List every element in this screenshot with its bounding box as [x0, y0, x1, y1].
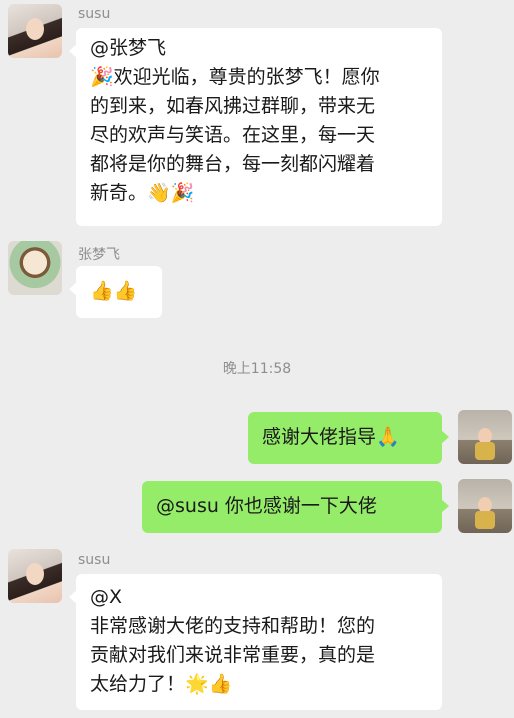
- sender-name: susu: [78, 552, 111, 568]
- message-bubble-incoming[interactable]: @X 非常感谢大佬的支持和帮助！您的 贡献对我们来说非常重要，真的是 太给力了！…: [69, 574, 442, 710]
- message-bubble-incoming[interactable]: 👍👍: [69, 266, 162, 318]
- message-line: @张梦飞: [90, 37, 167, 59]
- message-line: 都将是你的舞台，每一刻都闪耀着: [90, 153, 376, 175]
- message-line: @susu 你也感谢一下大佬: [156, 495, 377, 517]
- message-line: 太给力了！🌟👍: [90, 673, 233, 695]
- message-line: 非常感谢大佬的支持和帮助！您的: [90, 615, 376, 637]
- message-bubble-outgoing[interactable]: @susu 你也感谢一下大佬: [142, 481, 449, 533]
- message-line: 🎉欢迎光临，尊贵的张梦飞！愿你: [90, 66, 380, 88]
- avatar-susu[interactable]: [8, 549, 62, 603]
- avatar-susu[interactable]: [8, 4, 62, 58]
- timestamp: 晚上11:58: [222, 361, 292, 377]
- message-line: @X: [90, 586, 123, 608]
- sender-name: susu: [78, 6, 111, 22]
- message-line: 贡献对我们来说非常重要，真的是: [90, 644, 376, 666]
- message-line: 尽的欢声与笑语。在这里，每一天: [90, 124, 376, 146]
- avatar-self[interactable]: [458, 479, 512, 533]
- sender-name: 张梦飞: [78, 247, 120, 263]
- message-bubble-outgoing[interactable]: 感谢大佬指导🙏: [248, 412, 449, 464]
- message-bubble-incoming[interactable]: @张梦飞 🎉欢迎光临，尊贵的张梦飞！愿你 的到来，如春风拂过群聊，带来无 尽的欢…: [69, 28, 442, 226]
- avatar-self[interactable]: [458, 410, 512, 464]
- avatar-zhangmengfei[interactable]: [8, 241, 62, 295]
- message-line: 感谢大佬指导🙏: [262, 426, 400, 448]
- message-line: 新奇。👋🎉: [90, 182, 195, 204]
- message-line: 的到来，如春风拂过群聊，带来无: [90, 95, 376, 117]
- message-line: 👍👍: [90, 280, 138, 302]
